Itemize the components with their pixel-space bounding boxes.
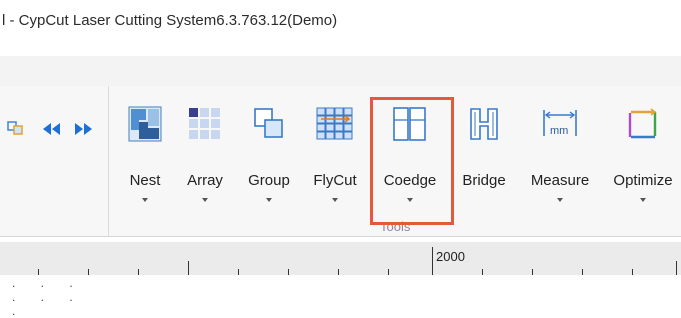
ribbon-toolbar: . . . . . . . Nest Array Group FlyCut Co… bbox=[0, 86, 681, 318]
ruler-major-tick bbox=[432, 247, 433, 275]
ruler-tick bbox=[188, 261, 189, 275]
ruler-tick bbox=[582, 269, 583, 275]
coedge-highlight-box bbox=[370, 97, 454, 225]
nest-button[interactable]: Nest bbox=[122, 106, 168, 218]
measure-dropdown-caret[interactable] bbox=[557, 198, 563, 202]
ruler-tick bbox=[288, 269, 289, 275]
array-button[interactable]: Array bbox=[182, 106, 228, 218]
copy-icon[interactable] bbox=[6, 120, 24, 136]
flycut-dropdown-caret[interactable] bbox=[332, 198, 338, 202]
optimize-button[interactable]: Optimize bbox=[608, 106, 678, 218]
ruler-tick bbox=[532, 269, 533, 275]
ruler-label: 2000 bbox=[436, 249, 465, 264]
array-label: Array bbox=[187, 172, 223, 189]
nest-label: Nest bbox=[129, 172, 161, 189]
flycut-label: FlyCut bbox=[313, 172, 357, 189]
ruler-tick bbox=[482, 269, 483, 275]
optimize-icon bbox=[628, 108, 657, 139]
nest-dropdown-caret[interactable] bbox=[142, 198, 148, 202]
optimize-dropdown-caret[interactable] bbox=[640, 198, 646, 202]
rewind-icon[interactable] bbox=[40, 122, 64, 136]
bridge-label: Bridge bbox=[462, 172, 506, 189]
left-dots: . . . . . . . bbox=[12, 276, 84, 318]
left-panel: . . . . . . . bbox=[0, 86, 109, 318]
ruler-tick bbox=[38, 269, 39, 275]
ruler-tick bbox=[238, 269, 239, 275]
group-icon bbox=[254, 108, 283, 138]
ruler-tick bbox=[676, 261, 677, 275]
ruler-tick bbox=[632, 269, 633, 275]
fast-forward-icon[interactable] bbox=[72, 122, 96, 136]
ruler-tick bbox=[138, 269, 139, 275]
title-bar: l - CypCut Laser Cutting System6.3.763.1… bbox=[0, 0, 681, 56]
array-icon bbox=[189, 108, 220, 139]
measure-unit-text: mm bbox=[550, 125, 568, 137]
measure-icon: mm bbox=[543, 110, 577, 137]
flycut-icon bbox=[316, 107, 353, 140]
flycut-button[interactable]: FlyCut bbox=[308, 106, 362, 218]
group-button[interactable]: Group bbox=[244, 106, 294, 218]
nest-icon bbox=[128, 106, 162, 142]
group-dropdown-caret[interactable] bbox=[266, 198, 272, 202]
group-label: Group bbox=[248, 172, 290, 189]
measure-button[interactable]: mm Measure bbox=[526, 106, 594, 218]
ruler-tick bbox=[88, 269, 89, 275]
array-dropdown-caret[interactable] bbox=[202, 198, 208, 202]
bridge-button[interactable]: Bridge bbox=[458, 106, 510, 218]
ruler-tick bbox=[338, 269, 339, 275]
title-bar-spacer bbox=[0, 56, 681, 86]
window-title: l - CypCut Laser Cutting System6.3.763.1… bbox=[2, 12, 338, 29]
ruler-tick bbox=[388, 269, 389, 275]
measure-label: Measure bbox=[530, 172, 590, 189]
horizontal-ruler: 2000 bbox=[0, 242, 681, 275]
optimize-label: Optimize bbox=[613, 172, 673, 189]
bridge-icon bbox=[470, 108, 498, 140]
